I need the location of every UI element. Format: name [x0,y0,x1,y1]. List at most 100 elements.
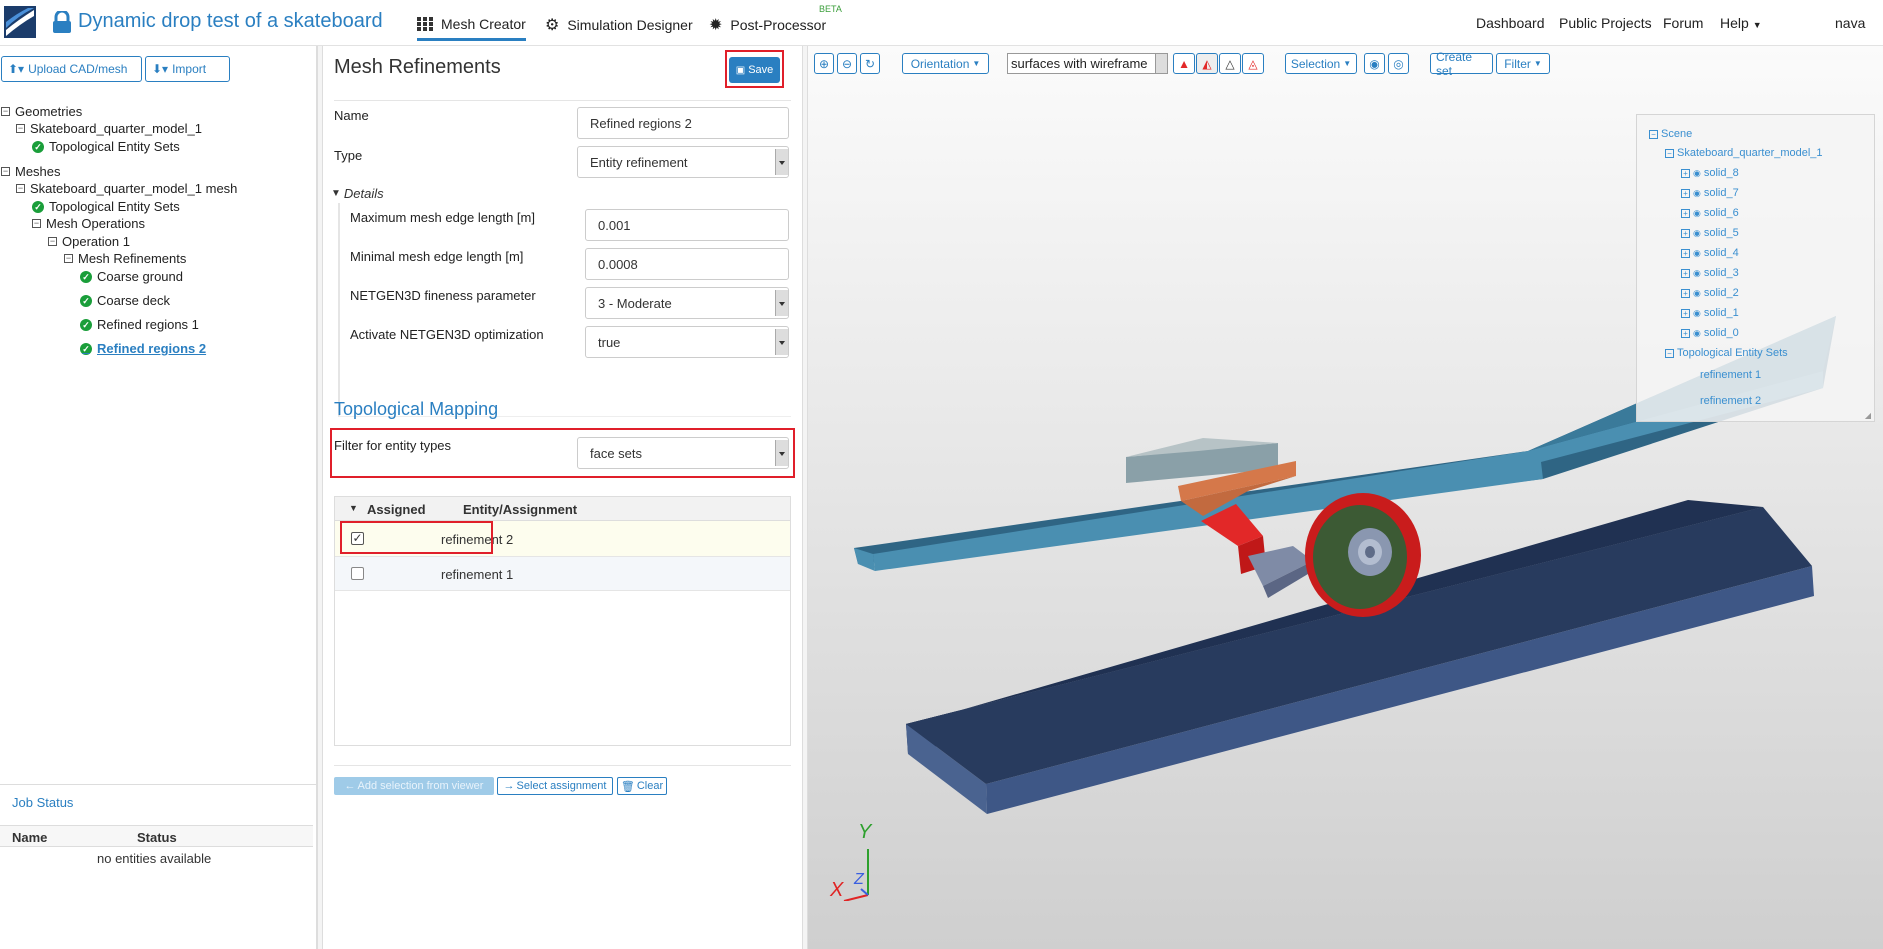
collapse-icon[interactable]: − [48,237,57,246]
import-button[interactable]: ⬇▾ Import [145,56,230,82]
reset-view-button[interactable]: ↻ [860,53,880,74]
eye-icon[interactable]: ◉ [1693,228,1701,239]
expand-icon[interactable]: + [1681,188,1690,198]
eye-icon[interactable]: ◉ [1693,168,1701,179]
eye-icon[interactable]: ◉ [1693,208,1701,219]
max-edge-input[interactable]: 0.001 [585,209,789,241]
tree-item-meshes[interactable]: − Meshes [1,164,61,179]
scene-topo-sets[interactable]: − Topological Entity Sets [1665,347,1788,359]
name-label: Name [334,108,369,123]
scene-label: Scene [1661,128,1693,140]
select-assignment-button[interactable]: → Select assignment [497,777,613,795]
expand-icon[interactable]: + [1681,208,1690,218]
set-label: refinement 2 [1700,395,1762,407]
collapse-icon[interactable]: − [1665,348,1674,358]
arrow-left-icon: ← [344,780,356,792]
upload-cad-button[interactable]: ⬆▾ Upload CAD/mesh [1,56,142,82]
eye-icon[interactable]: ◉ [1693,188,1701,199]
name-input[interactable]: Refined regions 2 [577,107,789,139]
public-projects-link[interactable]: Public Projects [1559,15,1652,31]
tree-item-mesh-refinements[interactable]: − Mesh Refinements [64,251,186,266]
user-menu[interactable]: nava [1835,15,1865,31]
tree-item-mesh-operations[interactable]: − Mesh Operations [32,216,145,231]
expand-icon[interactable]: + [1681,328,1690,338]
scene-solid[interactable]: + ◉ solid_8 [1681,167,1739,179]
fineness-select[interactable]: 3 - Moderate [585,287,789,319]
hide-button[interactable]: ◉ [1364,53,1385,74]
face-mode-button[interactable]: ◭ [1196,53,1218,74]
tab-simulation-designer[interactable]: ⚙ Simulation Designer [545,14,693,36]
assigned-checkbox[interactable] [351,567,364,580]
expand-icon[interactable]: + [1681,228,1690,238]
scene-solid[interactable]: + ◉ solid_0 [1681,327,1739,339]
scene-set[interactable]: refinement 2 [1700,395,1761,407]
project-title[interactable]: Dynamic drop test of a skateboard [78,10,383,33]
scene-solid[interactable]: + ◉ solid_3 [1681,267,1739,279]
expand-icon[interactable]: + [1681,168,1690,178]
details-toggle[interactable]: ▼ Details [331,186,384,201]
min-edge-input[interactable]: 0.0008 [585,248,789,280]
tree-item-coarse-deck[interactable]: ✓ Coarse deck [80,293,170,308]
collapse-icon[interactable]: − [1665,148,1674,158]
collapse-icon[interactable]: − [64,254,73,263]
scene-model[interactable]: − Skateboard_quarter_model_1 [1665,147,1823,159]
tab-mesh-creator[interactable]: Mesh Creator [417,14,526,41]
eye-icon[interactable]: ◉ [1693,268,1701,279]
tree-item-geometry-model[interactable]: − Skateboard_quarter_model_1 [16,121,202,136]
simscale-logo-icon[interactable] [4,6,36,38]
collapse-icon[interactable]: − [16,124,25,133]
scene-solid[interactable]: + ◉ solid_4 [1681,247,1739,259]
vertex-mode-button[interactable]: ◬ [1242,53,1264,74]
create-set-button[interactable]: Create set [1430,50,1493,78]
filter-dropdown[interactable]: Filter ▼ [1496,53,1550,74]
collapse-icon[interactable]: − [16,184,25,193]
dashboard-link[interactable]: Dashboard [1476,15,1545,31]
eye-icon[interactable]: ◉ [1693,308,1701,319]
optim-select[interactable]: true [585,326,789,358]
tab-post-processor[interactable]: ✹ Post-Processor [709,14,826,36]
collapse-icon[interactable]: − [1,107,10,116]
eye-icon[interactable]: ◉ [1693,328,1701,339]
solid-label: solid_6 [1703,207,1739,219]
selection-dropdown[interactable]: Selection ▼ [1285,53,1357,74]
collapse-icon[interactable]: − [1,167,10,176]
edge-mode-button[interactable]: △ [1219,53,1241,74]
show-button[interactable]: ◎ [1388,53,1409,74]
zoom-out-button[interactable]: ⊖ [837,53,857,74]
collapse-icon[interactable]: − [32,219,41,228]
table-row[interactable]: refinement 1 [335,557,790,591]
tree-item-mesh-entity-sets[interactable]: ✓ Topological Entity Sets [32,199,180,214]
orientation-dropdown[interactable]: Orientation ▼ [902,53,989,74]
scene-set[interactable]: refinement 1 [1700,369,1761,381]
tree-item-geometries[interactable]: − Geometries [1,104,82,119]
forum-link[interactable]: Forum [1663,15,1703,31]
scene-solid[interactable]: + ◉ solid_7 [1681,187,1739,199]
expand-icon[interactable]: + [1681,288,1690,298]
tree-item-refined-regions-1[interactable]: ✓ Refined regions 1 [80,317,199,332]
solid-view-button[interactable]: ▲ [1173,53,1195,74]
triangle-down-icon[interactable]: ▼ [349,503,358,513]
scene-solid[interactable]: + ◉ solid_2 [1681,287,1739,299]
tree-item-operation-1[interactable]: − Operation 1 [48,234,130,249]
clear-button[interactable]: 🗑 Clear [617,777,667,795]
scene-root[interactable]: − Scene [1649,128,1692,140]
type-select[interactable]: Entity refinement [577,146,789,178]
scene-solid[interactable]: + ◉ solid_6 [1681,207,1739,219]
eye-icon[interactable]: ◉ [1693,248,1701,259]
zoom-in-button[interactable]: ⊕ [814,53,834,74]
add-selection-button[interactable]: ← Add selection from viewer [334,777,494,795]
expand-icon[interactable]: + [1681,248,1690,258]
help-menu[interactable]: Help ▼ [1720,15,1762,31]
eye-icon[interactable]: ◉ [1693,288,1701,299]
tree-item-coarse-ground[interactable]: ✓ Coarse ground [80,269,183,284]
resize-handle-icon[interactable]: ◢ [1865,411,1871,420]
expand-icon[interactable]: + [1681,308,1690,318]
tree-item-mesh[interactable]: − Skateboard_quarter_model_1 mesh [16,181,237,196]
render-mode-select[interactable]: surfaces with wireframe [1007,53,1168,74]
scene-solid[interactable]: + ◉ solid_1 [1681,307,1739,319]
tree-item-refined-regions-2[interactable]: ✓ Refined regions 2 [80,341,206,356]
scene-solid[interactable]: + ◉ solid_5 [1681,227,1739,239]
expand-icon[interactable]: + [1681,268,1690,278]
collapse-icon[interactable]: − [1649,129,1658,139]
tree-item-geometry-entity-sets[interactable]: ✓ Topological Entity Sets [32,139,180,154]
